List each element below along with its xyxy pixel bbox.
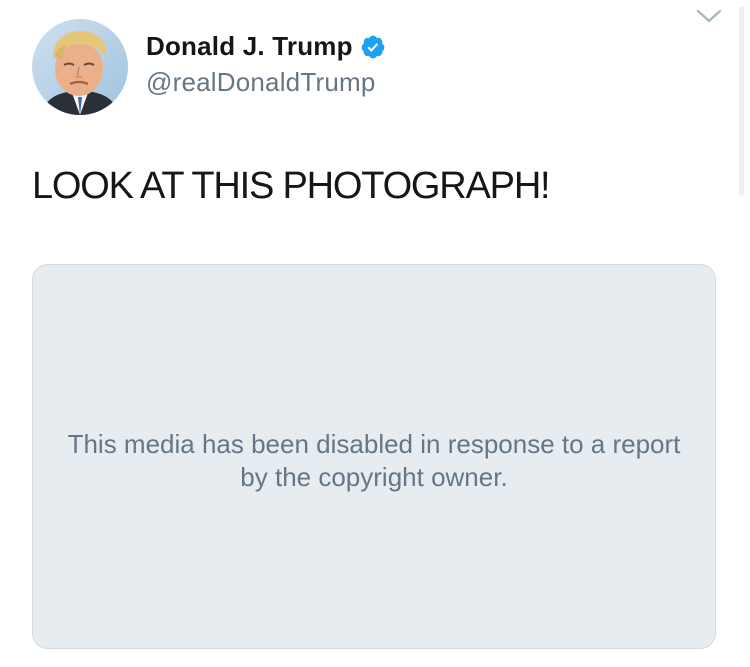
avatar-photo bbox=[32, 19, 128, 115]
verified-check-icon bbox=[361, 35, 385, 58]
media-placeholder[interactable]: This media has been disabled in response… bbox=[32, 264, 716, 649]
author-handle[interactable]: @realDonaldTrump bbox=[146, 67, 376, 98]
tweet-text: LOOK AT THIS PHOTOGRAPH! bbox=[32, 165, 551, 207]
media-disabled-message: This media has been disabled in response… bbox=[67, 428, 681, 492]
chevron-down-icon bbox=[696, 9, 722, 23]
tweet-menu-button[interactable] bbox=[692, 4, 726, 31]
avatar[interactable] bbox=[32, 19, 128, 115]
scrollbar[interactable] bbox=[739, 6, 744, 196]
author-name-row[interactable]: Donald J. Trump bbox=[146, 31, 386, 62]
author-display-name[interactable]: Donald J. Trump bbox=[146, 31, 353, 62]
